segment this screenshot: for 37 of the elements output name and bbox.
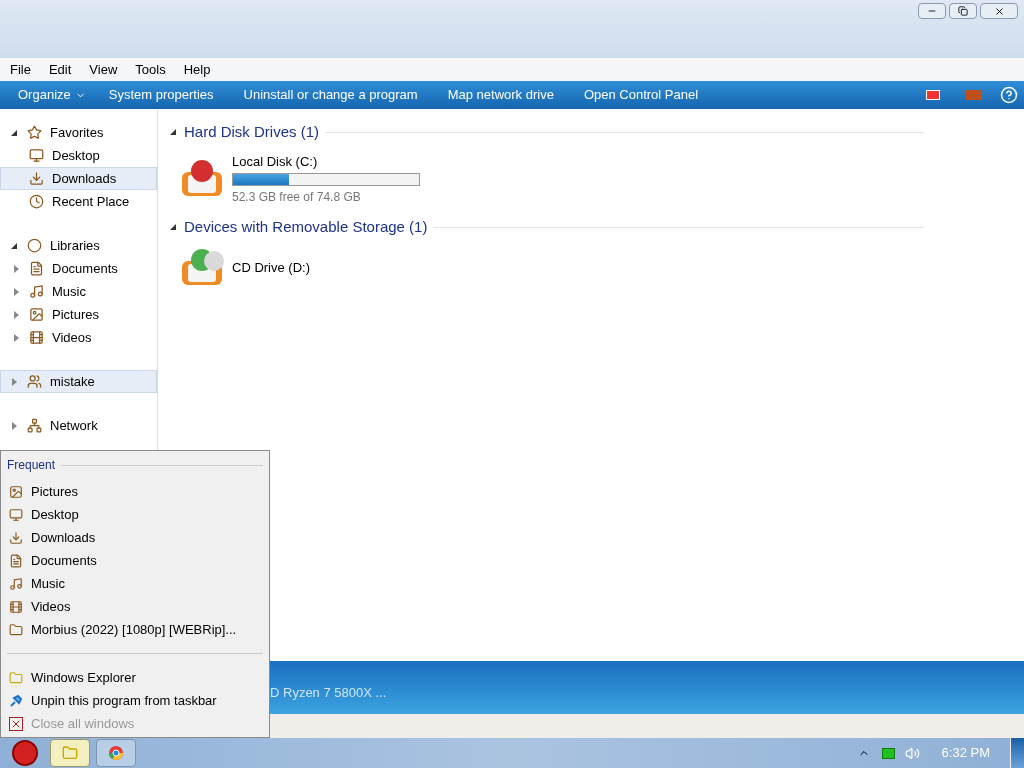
jump-list-item[interactable]: Music — [1, 572, 269, 595]
jump-list-item[interactable]: Videos — [1, 595, 269, 618]
nav-item[interactable]: Desktop — [0, 144, 157, 167]
menu-item[interactable]: Help — [177, 59, 217, 80]
organize-button[interactable]: Organize — [10, 85, 94, 105]
jump-list-item[interactable]: Desktop — [1, 503, 269, 526]
drive-name[interactable]: Local Disk (C:) — [232, 151, 420, 171]
toolbar-command[interactable]: Open Control Panel — [568, 85, 714, 105]
nav-item[interactable]: Music — [0, 280, 157, 303]
jump-list-item[interactable]: Pictures — [1, 480, 269, 503]
menu-item[interactable]: File — [4, 59, 37, 80]
menu-item[interactable]: Tools — [129, 59, 172, 80]
group-header[interactable]: Hard Disk Drives (1) — [184, 121, 319, 144]
nav-item[interactable]: Downloads — [0, 167, 157, 190]
free-space-text: 52.3 GB free of 74.8 GB — [232, 189, 362, 206]
group-header[interactable]: Devices with Removable Storage (1) — [184, 216, 428, 239]
nav-item[interactable]: Recent Place — [0, 190, 157, 213]
processor-text: D Ryzen 7 5800X ... — [270, 683, 387, 702]
jump-list-item[interactable]: Documents — [1, 549, 269, 572]
menu-item[interactable]: Edit — [42, 59, 78, 80]
jump-list-item[interactable]: Downloads — [1, 526, 269, 549]
jump-list-heading: Frequent — [7, 457, 56, 474]
nav-item[interactable]: mistake — [0, 370, 157, 393]
jump-list-task[interactable]: Unpin this program from taskbar — [1, 689, 269, 712]
nav-item[interactable]: Pictures — [0, 303, 157, 326]
nav-item[interactable]: Network — [0, 414, 157, 437]
nav-item[interactable]: Favorites — [0, 121, 157, 144]
toolbar-command[interactable]: System properties — [93, 85, 229, 105]
drive-name[interactable]: CD Drive (D:) — [232, 257, 310, 278]
jump-list-item[interactable]: Morbius (2022) [1080p] [WEBRip]... — [1, 618, 269, 641]
nav-item[interactable]: Libraries — [0, 234, 157, 257]
jump-list-task[interactable]: Windows Explorer — [1, 666, 269, 689]
toolbar-command[interactable]: Uninstall or change a program — [228, 85, 433, 105]
nav-item[interactable]: Videos — [0, 326, 157, 349]
nav-item[interactable]: Documents — [0, 257, 157, 280]
menu-item[interactable]: View — [83, 59, 124, 80]
toolbar-command[interactable]: Map network drive — [432, 85, 569, 105]
